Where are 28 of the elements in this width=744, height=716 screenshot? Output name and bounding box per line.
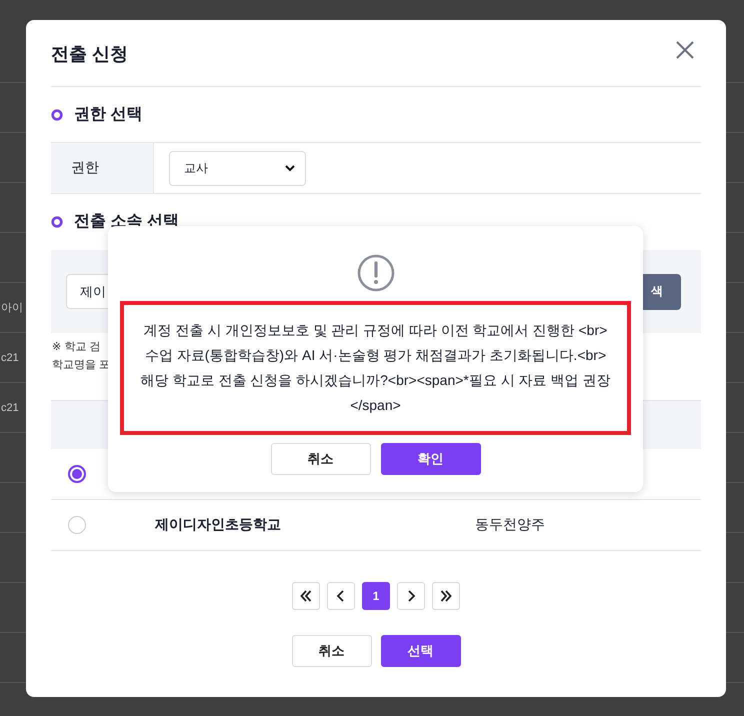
table-cell: 동두천양주 xyxy=(475,516,545,534)
close-icon[interactable] xyxy=(675,40,695,60)
exclamation-icon xyxy=(356,254,394,292)
alert-message: 계정 전출 시 개인정보보호 및 관리 규정에 따라 이전 학교에서 진행한 <br>수업 자료(통합학습창)와 AI 서·논술형 평가 채점결과가 초기화됩니다.<br>해당 학교로 전출 신청을 하시겠습니까?<br><span>*필요 시 자료 백업 권장</span> xyxy=(140,321,610,415)
table-cell-text: 아이 xyxy=(0,301,23,315)
table-cell: c21 xyxy=(0,402,19,414)
chevron-down-icon xyxy=(285,164,295,172)
dialog-title: 전출 신청 xyxy=(51,43,128,66)
ring-bullet-icon xyxy=(51,216,63,228)
previous-page-button[interactable] xyxy=(327,582,355,610)
cancel-button[interactable]: 취소 xyxy=(292,635,372,667)
confirm-button[interactable]: 확인 xyxy=(380,443,480,475)
section-title: 권한 선택 xyxy=(74,105,142,125)
double-chevron-right-icon xyxy=(440,590,452,602)
field-label: 권한 xyxy=(51,143,154,193)
next-page-button[interactable] xyxy=(397,582,425,610)
double-chevron-left-icon xyxy=(300,590,312,602)
ring-bullet-icon xyxy=(51,108,63,120)
first-page-button[interactable] xyxy=(292,582,320,610)
select-button[interactable]: 선택 xyxy=(380,635,460,667)
role-select[interactable]: 교사 xyxy=(169,150,306,186)
radio-button[interactable] xyxy=(68,465,86,483)
table-cell: c21 xyxy=(0,352,19,364)
page-button[interactable]: 1 xyxy=(362,582,390,610)
cancel-button[interactable]: 취소 xyxy=(270,443,370,475)
note-text: ※ 학교 검 xyxy=(52,340,100,355)
table-cell-text: 제이디자인초등학교 xyxy=(155,516,282,534)
last-page-button[interactable] xyxy=(432,582,460,610)
